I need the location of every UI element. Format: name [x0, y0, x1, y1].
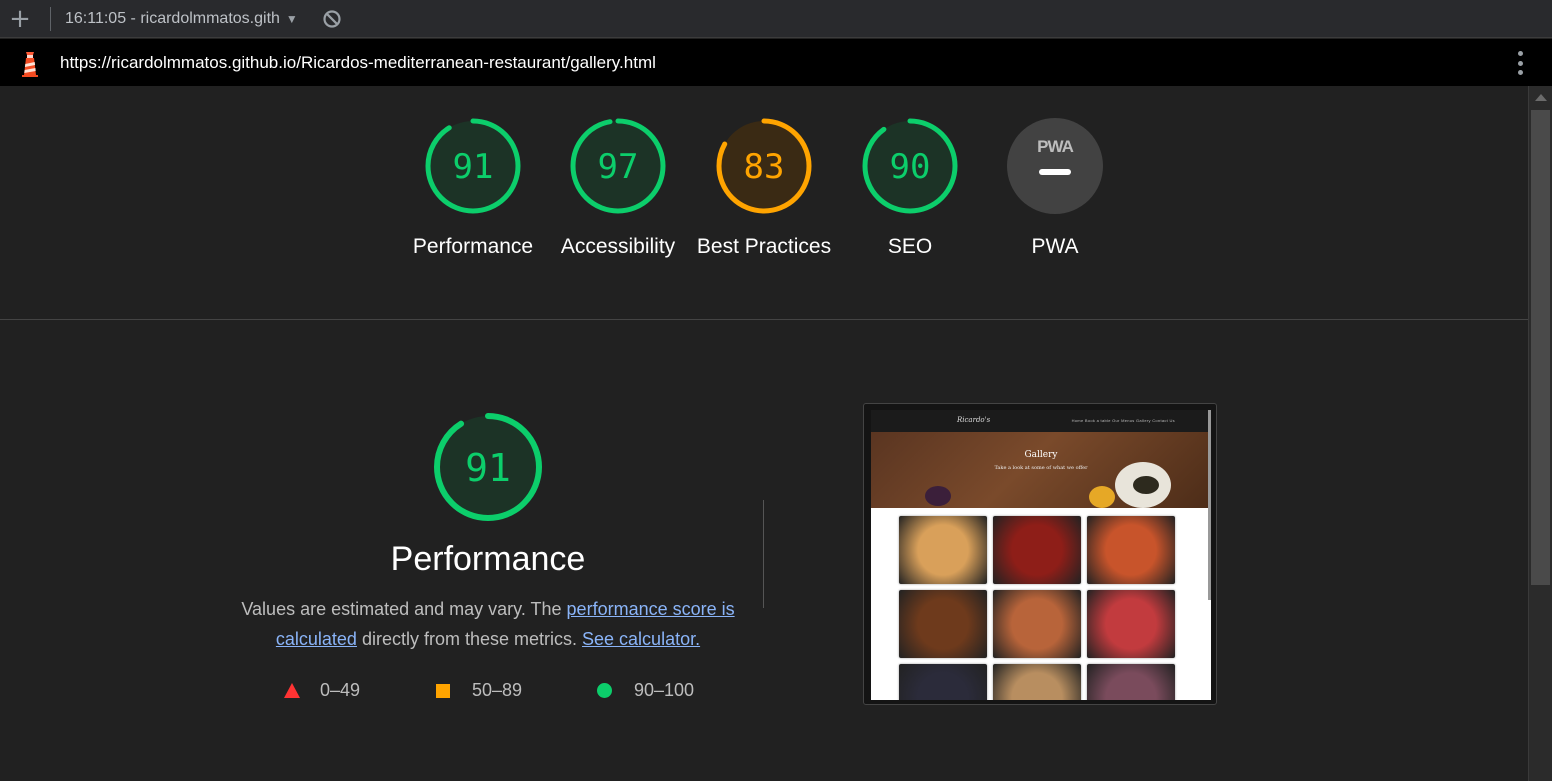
gallery-thumbnail-image [993, 664, 1081, 700]
gallery-thumbnail-image [993, 590, 1081, 658]
final-screenshot[interactable]: Ricardo's Home Book a table Our Menus Ga… [863, 403, 1217, 705]
report-selector[interactable]: 16:11:05 - ricardolmmatos.gith [65, 10, 280, 28]
thumb-navbar: Ricardo's Home Book a table Our Menus Ga… [871, 410, 1211, 432]
triangle-icon [284, 683, 300, 698]
page-thumbnail: Ricardo's Home Book a table Our Menus Ga… [871, 410, 1211, 700]
gauge-ring: 97 [570, 118, 666, 214]
performance-gauge: 91 [434, 413, 542, 521]
thumb-hero-title: Gallery [1024, 450, 1058, 460]
score-value: 97 [598, 147, 639, 187]
score-value: 83 [744, 147, 785, 187]
gallery-thumbnail-image [899, 516, 987, 584]
vertical-scrollbar[interactable] [1528, 86, 1552, 781]
aubergine-image [925, 486, 951, 506]
score-label: Accessibility [560, 235, 676, 258]
lemon-image [1089, 486, 1115, 508]
scroll-up-arrow-icon[interactable] [1535, 94, 1547, 101]
gallery-thumbnail-image [993, 516, 1081, 584]
section-divider [763, 500, 764, 608]
square-icon [436, 683, 450, 698]
chevron-down-icon[interactable]: ▼ [286, 12, 298, 26]
score-value: 91 [453, 147, 494, 187]
performance-title: Performance [390, 540, 586, 578]
score-legend: 0–49 50–89 90–100 [0, 680, 760, 704]
gauge-ring: 83 [716, 118, 812, 214]
report-url-bar: https://ricardolmmatos.github.io/Ricardo… [0, 39, 1552, 86]
circle-icon [597, 683, 612, 698]
legend-average: 50–89 [436, 680, 522, 701]
performance-description: Values are estimated and may vary. The p… [240, 594, 736, 654]
gallery-thumbnail-image [1087, 664, 1175, 700]
lighthouse-icon [22, 51, 38, 77]
gauge-ring: 91 [425, 118, 521, 214]
score-accessibility[interactable]: 97 Accessibility [548, 116, 688, 262]
gallery-thumbnail-image [899, 590, 987, 658]
legend-label: 90–100 [634, 680, 695, 700]
thumb-scrollbar [1208, 410, 1211, 600]
dot-icon [1517, 51, 1523, 56]
olives-image [1133, 476, 1159, 494]
clear-block-icon[interactable] [322, 9, 342, 29]
more-options-icon[interactable] [1516, 51, 1524, 75]
pwa-icon: PWA [1007, 118, 1103, 214]
score-pwa[interactable]: PWA PWA [985, 116, 1125, 262]
dot-icon [1517, 60, 1523, 66]
thumb-hero-subtitle: Take a look at some of what we offer [994, 465, 1088, 471]
gallery-thumbnail-image [899, 664, 987, 700]
new-report-button[interactable]: + [0, 0, 40, 38]
performance-score-value: 91 [465, 446, 511, 490]
desc-text: directly from these metrics. [356, 629, 583, 649]
score-seo[interactable]: 90 SEO [840, 116, 980, 262]
score-label: Performance [412, 235, 534, 258]
pwa-icon-text: PWA [1037, 137, 1073, 156]
desc-text: Values are estimated and may vary. The [241, 599, 567, 619]
page-url: https://ricardolmmatos.github.io/Ricardo… [60, 52, 656, 72]
gauge-ring: 90 [862, 118, 958, 214]
score-label: SEO [887, 235, 933, 258]
legend-label: 50–89 [472, 680, 523, 700]
legend-label: 0–49 [320, 680, 361, 700]
score-best-practices[interactable]: 83 Best Practices [694, 116, 834, 262]
legend-fail: 0–49 [284, 680, 360, 701]
legend-pass: 90–100 [597, 680, 694, 701]
toolbar-divider [50, 6, 51, 31]
score-performance[interactable]: 91 Performance [403, 116, 543, 262]
see-calculator-link[interactable]: See calculator. [582, 629, 700, 649]
gallery-thumbnail-image [1087, 590, 1175, 658]
gallery-thumbnail-image [1087, 516, 1175, 584]
score-summary: 91 Performance 97 Accessibility 83 Best … [0, 86, 1528, 320]
thumb-nav-links: Home Book a table Our Menus Gallery Cont… [1071, 418, 1175, 423]
score-value: 90 [890, 147, 931, 187]
thumb-hero: Gallery Take a look at some of what we o… [871, 432, 1211, 508]
score-label: PWA [1031, 235, 1079, 258]
thumb-brand: Ricardo's [957, 416, 991, 424]
dot-icon [1517, 70, 1523, 75]
thumb-gallery-grid [899, 516, 1175, 700]
score-label: Best Practices [696, 235, 832, 258]
scrollbar-thumb[interactable] [1531, 110, 1550, 585]
devtools-toolbar: + 16:11:05 - ricardolmmatos.gith ▼ [0, 0, 1552, 38]
